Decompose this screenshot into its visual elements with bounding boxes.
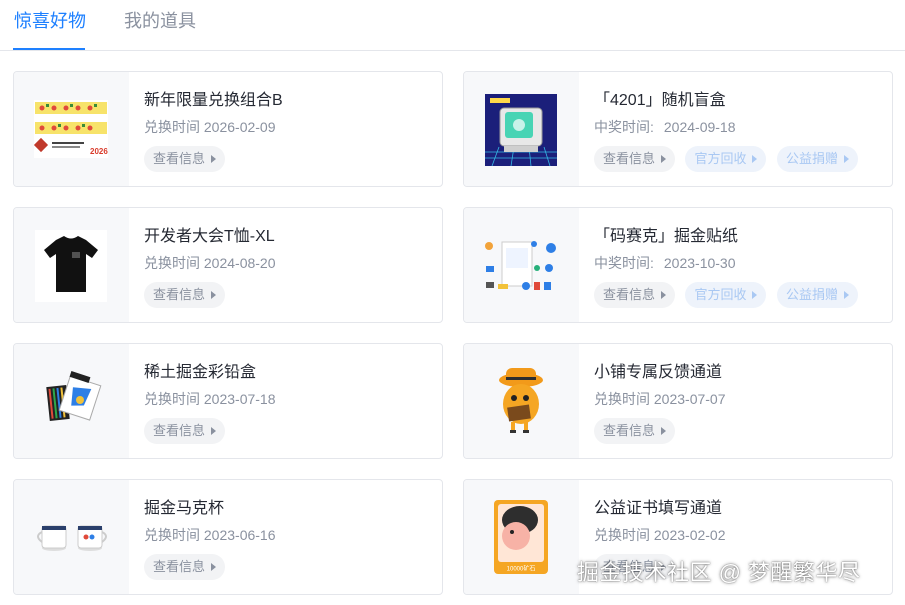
item-title: 「4201」随机盲盒 — [594, 92, 726, 109]
view-info-button[interactable]: 查看信息 — [144, 146, 226, 172]
item-title: 小铺专属反馈通道 — [594, 364, 723, 381]
pencil-box-image — [46, 371, 102, 421]
newyear-2026-text: 2026 — [90, 147, 108, 156]
tshirt-image — [35, 230, 107, 302]
caret-right-icon — [661, 155, 667, 163]
active-tab-indicator — [13, 48, 85, 50]
tab-my-props[interactable]: 我的道具 — [124, 10, 196, 32]
item-time: 兑换时间 2023-07-07 — [594, 391, 726, 407]
caret-right-icon — [661, 291, 667, 299]
certificate-image: 10000矿石 — [494, 500, 548, 574]
item-title: 新年限量兑换组合B — [144, 92, 283, 109]
item-time: 中奖时间: 2023-10-30 — [594, 255, 736, 271]
item-thumbnail-mug — [14, 480, 129, 594]
newyear-combo-image: 2026 — [33, 100, 108, 158]
item-time: 中奖时间: 2024-09-18 — [594, 119, 736, 135]
item-time: 兑换时间 2023-02-02 — [594, 527, 726, 543]
item-card-feedback: 小铺专属反馈通道 兑换时间 2023-07-07 查看信息 — [463, 343, 893, 459]
view-info-button[interactable]: 查看信息 — [144, 282, 226, 308]
item-card-newyear-combo: 2026 新年限量兑换组合B 兑换时间 2026-02-09 查看信息 — [13, 71, 443, 187]
official-recycle-button[interactable]: 官方回收 — [685, 282, 767, 308]
caret-right-icon — [661, 427, 667, 435]
item-card-pencil-box: 稀土掘金彩铅盒 兑换时间 2023-07-18 查看信息 — [13, 343, 443, 459]
official-recycle-button[interactable]: 官方回收 — [685, 146, 767, 172]
item-thumbnail-sticker — [464, 208, 579, 322]
charity-donate-button[interactable]: 公益捐赠 — [776, 282, 858, 308]
item-time: 兑换时间 2023-07-18 — [144, 391, 276, 407]
item-title: 开发者大会T恤-XL — [144, 228, 275, 245]
blind-box-image — [485, 94, 557, 167]
caret-right-icon — [211, 291, 217, 299]
caret-right-icon — [752, 291, 758, 299]
view-info-button[interactable]: 查看信息 — [594, 146, 676, 172]
watermark: 掘金技术社区 @ 梦醒繁华尽 — [577, 560, 861, 585]
caret-right-icon — [752, 155, 758, 163]
tab-surprise-goods[interactable]: 惊喜好物 — [14, 10, 86, 32]
item-thumbnail-certificate: 10000矿石 — [464, 480, 579, 594]
caret-right-icon — [211, 155, 217, 163]
view-info-button[interactable]: 查看信息 — [594, 282, 676, 308]
caret-right-icon — [843, 155, 849, 163]
certificate-ore-text: 10000矿石 — [507, 565, 536, 573]
item-time: 兑换时间 2023-06-16 — [144, 527, 276, 543]
item-thumbnail-tshirt — [14, 208, 129, 322]
item-thumbnail-feedback — [464, 344, 579, 458]
item-card-sticker: 「码赛克」掘金贴纸 中奖时间: 2023-10-30 查看信息 官方回收 公益捐赠 — [463, 207, 893, 323]
item-time: 兑换时间 2024-08-20 — [144, 255, 276, 271]
item-card-blind-box: 「4201」随机盲盒 中奖时间: 2024-09-18 查看信息 官方回收 公益捐… — [463, 71, 893, 187]
tab-bar: 惊喜好物 我的道具 — [0, 0, 905, 51]
item-title: 稀土掘金彩铅盒 — [144, 364, 257, 381]
item-title: 「码赛克」掘金贴纸 — [594, 228, 739, 245]
item-thumbnail-newyear-combo: 2026 — [14, 72, 129, 186]
sticker-image — [485, 241, 556, 290]
view-info-button[interactable]: 查看信息 — [144, 418, 226, 444]
item-title: 公益证书填写通道 — [594, 500, 723, 517]
view-info-button[interactable]: 查看信息 — [144, 554, 226, 580]
item-card-mug: 掘金马克杯 兑换时间 2023-06-16 查看信息 — [13, 479, 443, 595]
item-title: 掘金马克杯 — [144, 500, 225, 517]
caret-right-icon — [211, 563, 217, 571]
caret-right-icon — [211, 427, 217, 435]
item-time: 兑换时间 2026-02-09 — [144, 119, 276, 135]
item-thumbnail-pencil-box — [14, 344, 129, 458]
item-card-tshirt: 开发者大会T恤-XL 兑换时间 2024-08-20 查看信息 — [13, 207, 443, 323]
item-thumbnail-blind-box — [464, 72, 579, 186]
feedback-mascot-image — [499, 368, 543, 433]
mug-image — [37, 525, 107, 551]
charity-donate-button[interactable]: 公益捐赠 — [776, 146, 858, 172]
view-info-button[interactable]: 查看信息 — [594, 418, 676, 444]
caret-right-icon — [843, 291, 849, 299]
